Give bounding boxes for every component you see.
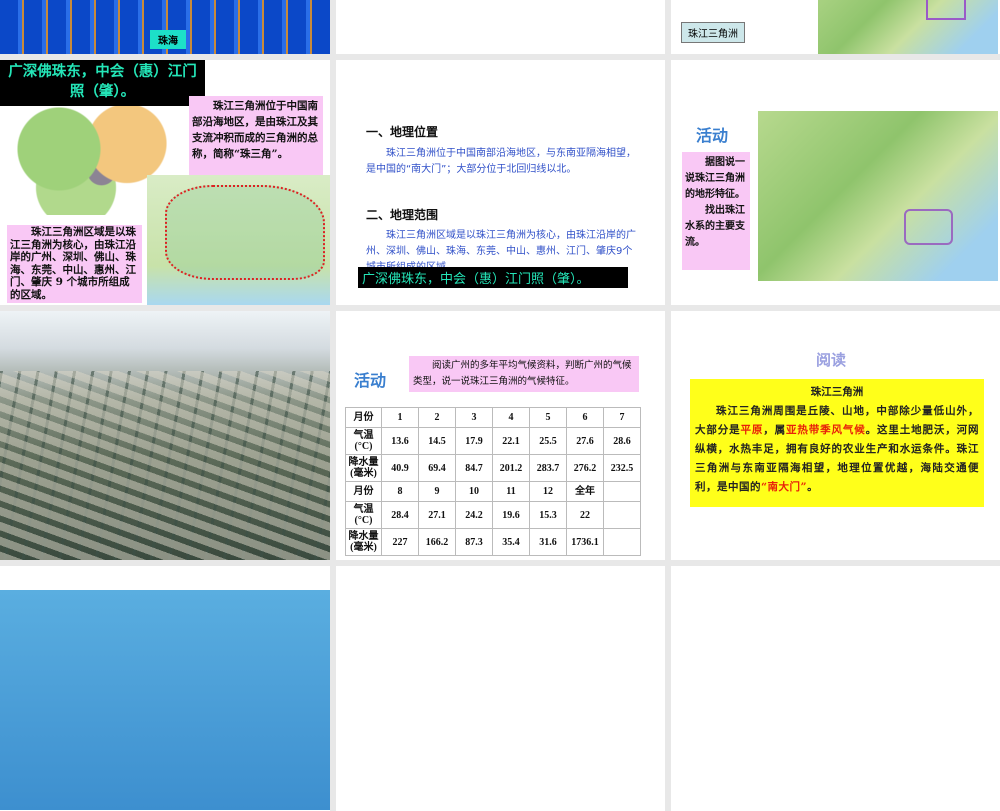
definition-box: 珠江三角洲位于中国南部沿海地区，是由珠江及其支流冲积而成的三角洲的总称，简称“珠… bbox=[189, 96, 323, 182]
reading-text: 珠江三角洲周围是丘陵、山地，中部除少量低山外，大部分是平原，属亚热带季风气候。这… bbox=[695, 402, 979, 497]
location-text: 珠江三角洲位于中国南部沿海地区，与东南亚隔海相望，是中国的“南大门”；大部分位于… bbox=[366, 148, 636, 175]
table-cell: 7 bbox=[603, 407, 641, 428]
table-cell: 22.1 bbox=[492, 427, 530, 455]
table-cell: 232.5 bbox=[603, 454, 641, 482]
table-cell: 84.7 bbox=[455, 454, 493, 482]
table-cell: 11 bbox=[492, 481, 530, 502]
table-cell: 1 bbox=[381, 407, 419, 428]
hk-boundary bbox=[926, 0, 966, 20]
table-cell: 276.2 bbox=[566, 454, 604, 482]
table-cell: 8 bbox=[381, 481, 419, 502]
table-cell: 35.4 bbox=[492, 528, 530, 556]
table-cell: 14.5 bbox=[418, 427, 456, 455]
table-cell: 9 bbox=[418, 481, 456, 502]
climate-table: 月份 1 2 3 4 5 6 7 气温(°C) 13.6 14.5 17.9 22.1 25.5 27.6 2… bbox=[345, 407, 641, 556]
text-part: ，属 bbox=[763, 424, 786, 436]
table-cell: 6 bbox=[566, 407, 604, 428]
table-cell: 月份 bbox=[345, 481, 382, 502]
activity-box: 据图说一说珠江三角洲的地形特征。 找出珠江水系的主要支流。 bbox=[682, 152, 750, 270]
table-row: 降水量(毫米) 40.9 69.4 84.7 201.2 283.7 276.2 232.5 bbox=[345, 454, 641, 482]
activity-task-2: 找出珠江水系的主要支流。 bbox=[685, 205, 745, 248]
table-cell: 283.7 bbox=[529, 454, 567, 482]
slide-thumbnail-5[interactable]: 一、地理位置 珠江三角洲位于中国南部沿海地区，与东南亚隔海相望，是中国的“南大门… bbox=[336, 60, 665, 305]
table-cell: 17.9 bbox=[455, 427, 493, 455]
highlight-south-gate: “南大门” bbox=[761, 481, 808, 493]
activity-title: 活动 bbox=[696, 126, 729, 145]
terrain-map bbox=[758, 111, 998, 281]
reading-box: 珠江三角洲 珠江三角洲周围是丘陵、山地，中部除少量低山外，大部分是平原，属亚热带… bbox=[690, 379, 984, 507]
activity-prompt: 阅读广州的多年平均气候资料，判断广州的气候类型，说一说珠江三角洲的气候特征。 bbox=[409, 356, 639, 392]
table-row: 气温(°C) 28.4 27.1 24.2 19.6 15.3 22 bbox=[345, 501, 641, 529]
table-cell bbox=[603, 501, 641, 529]
map-label: 珠江三角洲 bbox=[681, 22, 745, 43]
table-cell: 69.4 bbox=[418, 454, 456, 482]
region-boundary bbox=[165, 185, 325, 280]
reading-title: 阅读 bbox=[816, 351, 847, 369]
table-cell: 31.6 bbox=[529, 528, 567, 556]
slide-thumbnail-8[interactable]: 活动 阅读广州的多年平均气候资料，判断广州的气候类型，说一说珠江三角洲的气候特征… bbox=[336, 311, 665, 560]
table-row: 月份 1 2 3 4 5 6 7 bbox=[345, 407, 641, 428]
table-cell: 12 bbox=[529, 481, 567, 502]
mnemonic-banner: 广深佛珠东，中会（惠）江门照（肇）。 bbox=[0, 60, 205, 106]
highlight-plain: 平原 bbox=[740, 424, 764, 436]
table-cell bbox=[603, 481, 641, 502]
table-cell: 13.6 bbox=[381, 427, 419, 455]
table-row: 降水量(毫米) 227 166.2 87.3 35.4 31.6 1736.1 bbox=[345, 528, 641, 556]
table-cell: 166.2 bbox=[418, 528, 456, 556]
table-cell: 气温(°C) bbox=[345, 427, 382, 455]
highlight-climate: 亚热带季风气候 bbox=[786, 424, 866, 436]
photo-sky bbox=[0, 590, 330, 810]
table-cell: 3 bbox=[455, 407, 493, 428]
table-row: 月份 8 9 10 11 12 全年 bbox=[345, 481, 641, 502]
delta-map bbox=[818, 0, 998, 54]
fishpond-photo bbox=[0, 371, 330, 560]
table-cell: 28.6 bbox=[603, 427, 641, 455]
slide-thumbnail-4[interactable]: 广深佛珠东，中会（惠）江门照（肇）。 珠江三角洲位于中国南部沿海地区，是由珠江及… bbox=[0, 60, 330, 305]
table-cell: 27.6 bbox=[566, 427, 604, 455]
table-cell: 201.2 bbox=[492, 454, 530, 482]
table-cell: 降水量(毫米) bbox=[345, 454, 382, 482]
table-cell: 22 bbox=[566, 501, 604, 529]
photo-label: 珠海 bbox=[150, 30, 186, 49]
table-cell: 4 bbox=[492, 407, 530, 428]
slide-thumbnail-7[interactable] bbox=[0, 311, 330, 560]
heading-scope: 二、地理范围 bbox=[366, 208, 439, 222]
hk-boundary bbox=[904, 209, 953, 245]
table-cell: 全年 bbox=[566, 481, 604, 502]
slide-thumbnail-6[interactable]: 活动 据图说一说珠江三角洲的地形特征。 找出珠江水系的主要支流。 bbox=[671, 60, 1000, 305]
table-cell: 5 bbox=[529, 407, 567, 428]
mnemonic-banner: 广深佛珠东，中会（惠）江门照（肇）。 bbox=[358, 267, 628, 288]
table-cell: 27.1 bbox=[418, 501, 456, 529]
slide-thumbnail-10[interactable] bbox=[0, 566, 330, 811]
table-cell: 40.9 bbox=[381, 454, 419, 482]
table-cell: 降水量(毫米) bbox=[345, 528, 382, 556]
slide-thumbnail-2[interactable] bbox=[336, 0, 665, 54]
slide-thumbnail-12[interactable] bbox=[671, 566, 1000, 811]
slide-thumbnail-9[interactable]: 阅读 珠江三角洲 珠江三角洲周围是丘陵、山地，中部除少量低山外，大部分是平原，属… bbox=[671, 311, 1000, 560]
heading-location: 一、地理位置 bbox=[366, 125, 439, 139]
slide-thumbnail-3[interactable]: 珠江三角洲 bbox=[671, 0, 1000, 54]
table-cell: 1736.1 bbox=[566, 528, 604, 556]
table-cell: 25.5 bbox=[529, 427, 567, 455]
table-cell: 19.6 bbox=[492, 501, 530, 529]
slide-thumbnail-11[interactable] bbox=[336, 566, 665, 811]
table-cell bbox=[603, 528, 641, 556]
table-cell: 28.4 bbox=[381, 501, 419, 529]
reading-box-title: 珠江三角洲 bbox=[810, 386, 864, 398]
activity-title: 活动 bbox=[354, 371, 387, 390]
table-cell: 月份 bbox=[345, 407, 382, 428]
table-cell: 2 bbox=[418, 407, 456, 428]
table-row: 气温(°C) 13.6 14.5 17.9 22.1 25.5 27.6 28.6 bbox=[345, 427, 641, 455]
table-cell: 15.3 bbox=[529, 501, 567, 529]
table-cell: 24.2 bbox=[455, 501, 493, 529]
table-cell: 227 bbox=[381, 528, 419, 556]
activity-task-1: 据图说一说珠江三角洲的地形特征。 bbox=[685, 157, 745, 200]
region-box: 珠江三角洲区域是以珠江三角洲为核心，由珠江沿岸的广州、深圳、佛山、珠海、东莞、中… bbox=[7, 225, 142, 303]
table-cell: 87.3 bbox=[455, 528, 493, 556]
table-cell: 10 bbox=[455, 481, 493, 502]
table-cell: 气温(°C) bbox=[345, 501, 382, 529]
slide-thumbnail-1[interactable]: 珠海 bbox=[0, 0, 330, 54]
text-part: 。 bbox=[807, 481, 819, 493]
